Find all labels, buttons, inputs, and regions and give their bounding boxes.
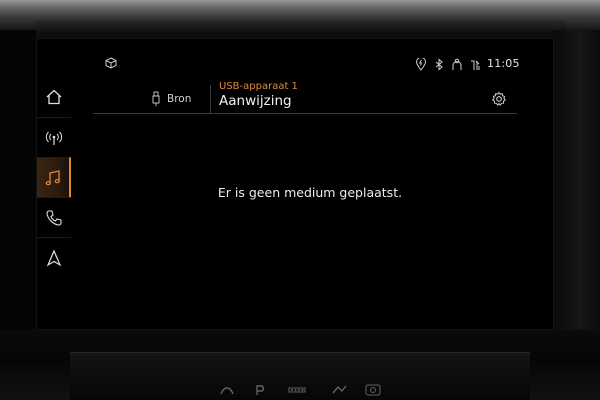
source-button[interactable]: Bron [133,85,211,113]
climate-icon [220,387,234,395]
main-nav [37,77,71,277]
parking-icon [256,385,264,395]
signal-icon [471,60,480,70]
nav-item-phone[interactable] [37,197,71,237]
hazard-dots-icon [288,387,306,393]
nav-item-home[interactable] [37,77,71,117]
source-name: USB-apparaat 1 [219,81,298,92]
no-media-message: Er is geen medium geplaatst. [217,185,403,200]
phone-icon [46,209,62,226]
status-bar: 11:05 [37,39,553,79]
infotainment-screen: 11:05 Bron USB-apparaat 1 Aanwijzing Er … [36,38,554,330]
cube-icon [105,57,117,69]
bluetooth-icon [435,57,443,71]
nav-item-radio[interactable] [37,117,71,157]
person-icon [452,58,462,70]
clock: 11:05 [487,57,520,70]
media-header: Bron USB-apparaat 1 Aanwijzing [93,79,517,114]
radio-antenna-icon [45,131,63,145]
drive-mode-icon [332,385,347,394]
source-label: Bron [167,93,192,105]
status-icons [415,57,481,71]
usb-icon [152,91,160,106]
nav-item-navigation[interactable] [37,237,71,277]
power-icon [365,384,381,396]
settings-gear-icon[interactable] [491,91,507,107]
page-title: Aanwijzing [219,93,292,109]
music-note-icon [45,169,60,185]
navigation-arrow-icon [46,248,62,266]
dashboard-bezel-top [0,0,600,38]
location-bolt-icon [415,57,427,71]
home-icon [46,89,62,105]
